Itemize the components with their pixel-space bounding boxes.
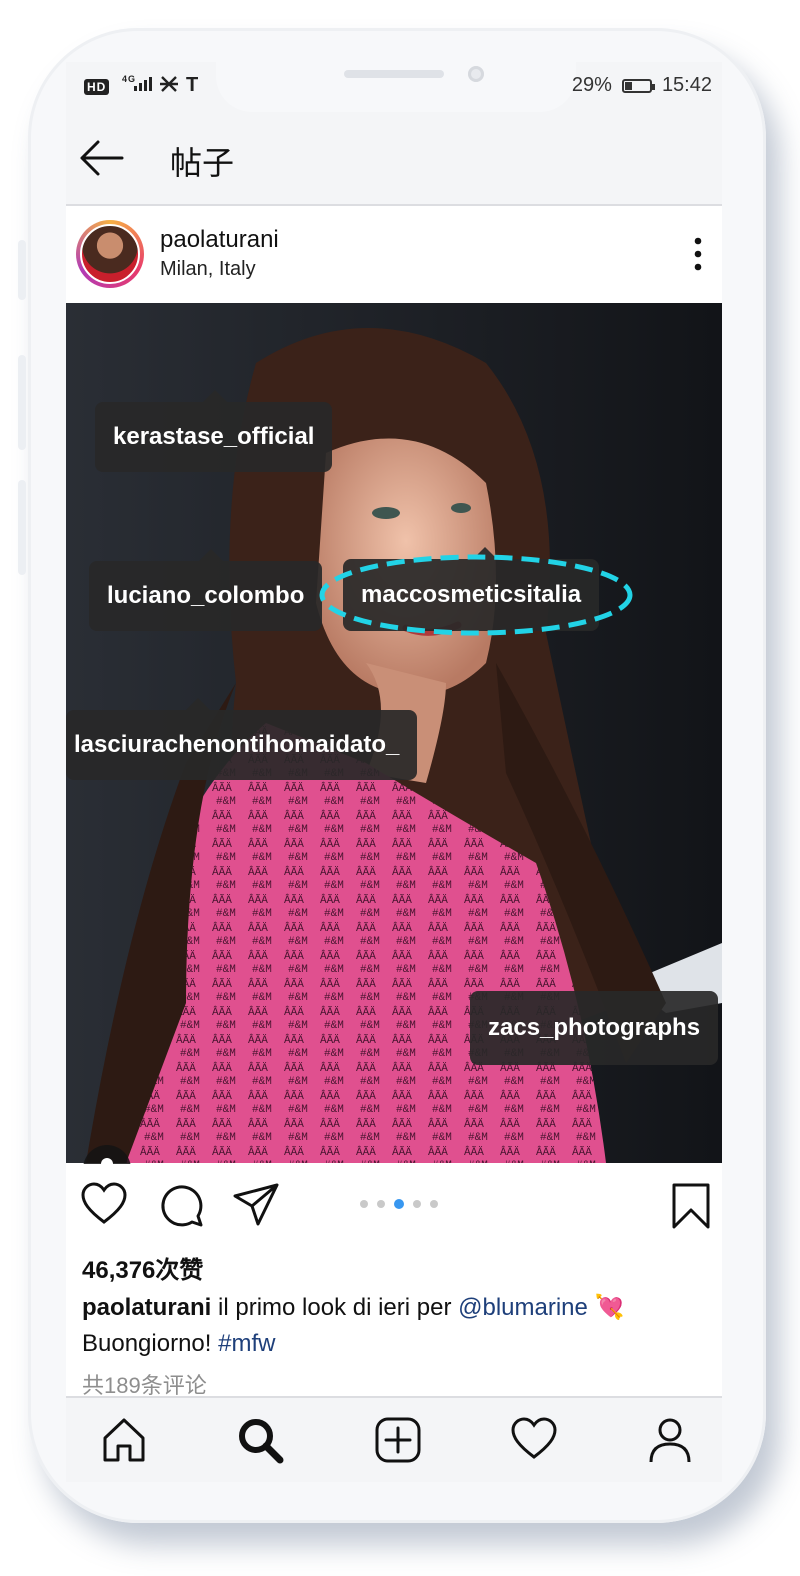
- carousel-dot: [430, 1200, 438, 1208]
- tag-label: zacs_photographs: [488, 1014, 701, 1041]
- battery-percent: 29%: [571, 74, 612, 96]
- activity-heart-icon[interactable]: [510, 1416, 558, 1462]
- caption-mention[interactable]: @blumarine: [458, 1294, 588, 1321]
- tag-label: luciano_colombo: [107, 582, 305, 609]
- tag-pointer: [199, 549, 223, 561]
- battery-level: [624, 81, 632, 90]
- svg-text:T: T: [186, 74, 199, 92]
- phone-side-button: [18, 480, 26, 575]
- post-username[interactable]: paolaturani: [160, 226, 279, 254]
- likes-count[interactable]: 46,376次赞: [82, 1250, 203, 1285]
- phone-side-button: [18, 355, 26, 450]
- search-icon[interactable]: [236, 1416, 284, 1464]
- tag-pointer: [203, 390, 227, 402]
- app-screen: HD 4G T 29% 15:42 帖子 paolaturani Milan, …: [66, 62, 722, 1482]
- post-actions: [66, 1164, 722, 1246]
- photo-tag[interactable]: kerastase_official: [95, 390, 333, 472]
- caption-hashtag[interactable]: #mfw: [218, 1330, 275, 1357]
- add-post-icon[interactable]: [374, 1416, 422, 1464]
- caption-username[interactable]: paolaturani: [82, 1294, 211, 1321]
- carousel-indicator: [360, 1199, 438, 1209]
- photo-tag[interactable]: lasciurachenontihomaidato_: [66, 698, 418, 780]
- status-bar: HD 4G T 29% 15:42: [66, 62, 722, 112]
- caption-line2: Buongiorno!: [82, 1330, 219, 1357]
- phone-side-button: [18, 240, 26, 300]
- avatar-image: [80, 224, 140, 284]
- battery-icon: [621, 78, 655, 93]
- post-location[interactable]: Milan, Italy: [160, 258, 256, 281]
- caption-emoji: 💘: [587, 1294, 625, 1321]
- earpiece: [344, 70, 444, 78]
- status-right: 29% 15:42: [572, 74, 712, 97]
- tag-label: lasciurachenontihomaidato_: [74, 731, 400, 758]
- heart-icon[interactable]: [80, 1182, 128, 1226]
- post-header: paolaturani Milan, Italy: [66, 206, 722, 302]
- carousel-dot: [413, 1200, 421, 1208]
- front-camera: [468, 66, 484, 82]
- status-icons: HD 4G T: [84, 74, 218, 98]
- post-caption: paolaturani il primo look di ieri per @b…: [82, 1290, 702, 1362]
- more-vertical-icon[interactable]: [692, 236, 704, 272]
- caption-text: il primo look di ieri per: [211, 1294, 459, 1321]
- top-bar: 帖子: [66, 112, 722, 206]
- clock: 15:42: [661, 74, 712, 96]
- photo-tag[interactable]: zacs_photographs: [470, 991, 719, 1065]
- home-icon[interactable]: [100, 1416, 148, 1464]
- tag-pointer: [186, 698, 210, 710]
- carousel-dot: [377, 1200, 385, 1208]
- carousel-dot-active: [394, 1199, 404, 1209]
- arrow-left-icon[interactable]: [76, 136, 126, 180]
- hd-badge: HD: [84, 78, 110, 95]
- page-title: 帖子: [170, 145, 235, 181]
- share-icon[interactable]: [232, 1182, 280, 1228]
- tag-label: kerastase_official: [113, 423, 315, 450]
- carousel-dot: [360, 1200, 368, 1208]
- comment-icon[interactable]: [158, 1182, 204, 1228]
- bookmark-icon[interactable]: [670, 1182, 712, 1230]
- profile-icon[interactable]: [646, 1416, 694, 1464]
- bottom-nav: [66, 1396, 722, 1482]
- photo-tag[interactable]: luciano_colombo: [89, 549, 323, 631]
- avatar[interactable]: [76, 220, 144, 288]
- highlight-ellipse: [319, 554, 633, 636]
- signal-icon: 4G T: [122, 74, 199, 96]
- svg-text:4G: 4G: [122, 74, 136, 84]
- post-photo[interactable]: ÂÃÄ #&M kerasta: [66, 303, 722, 1163]
